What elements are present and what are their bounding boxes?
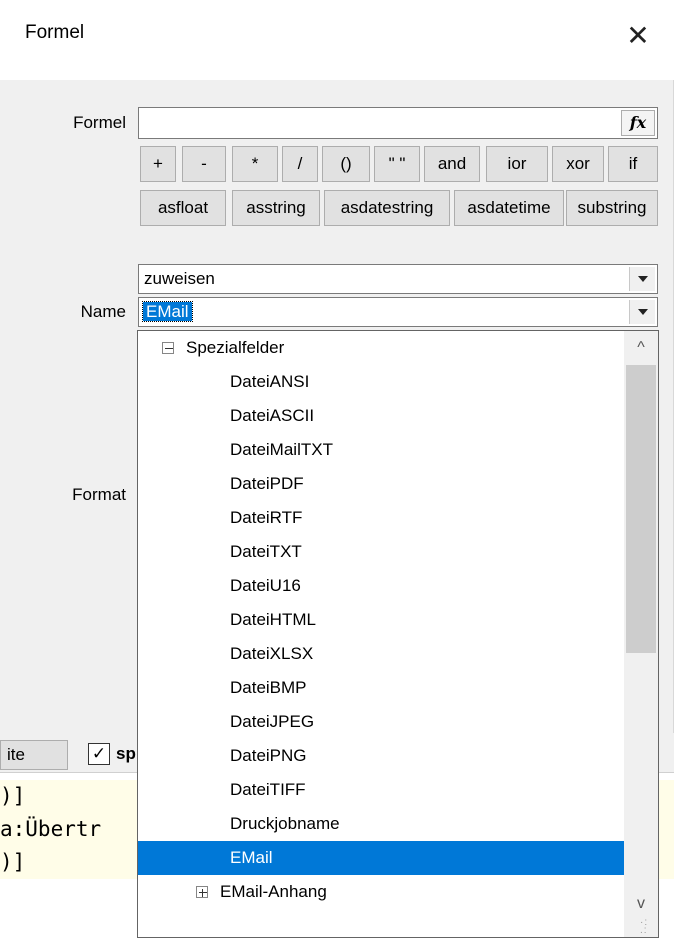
plus-button[interactable]: + (140, 146, 176, 182)
list-item-label: DateiASCII (230, 406, 315, 425)
list-item[interactable]: DateiPDF (138, 467, 624, 501)
ior-button[interactable]: ior (486, 146, 548, 182)
substring-button[interactable]: substring (566, 190, 658, 226)
list-item[interactable]: EMail-Anhang (138, 875, 624, 909)
name-label: Name (80, 302, 126, 321)
list-item[interactable]: DateiJPEG (138, 705, 624, 739)
background-tab[interactable]: ite (0, 740, 68, 770)
list-item[interactable]: DateiXLSX (138, 637, 624, 671)
minus-button[interactable]: - (182, 146, 226, 182)
formula-label: Formel (73, 113, 126, 132)
multiply-button[interactable]: * (232, 146, 278, 182)
list-item-label: DateiJPEG (230, 712, 315, 731)
scrollbar-thumb[interactable] (626, 365, 656, 653)
list-item[interactable]: DateiTXT (138, 535, 624, 569)
list-item-label: DateiTXT (230, 542, 302, 561)
list-item[interactable]: Druckjobname (138, 807, 624, 841)
if-button[interactable]: if (608, 146, 658, 182)
name-selected-text: EMail (142, 301, 193, 322)
list-item[interactable]: DateiHTML (138, 603, 624, 637)
resize-grip-icon[interactable]: ·:.: (640, 918, 656, 936)
quotes-button[interactable]: " " (374, 146, 420, 182)
asdatetime-button[interactable]: asdatetime (454, 190, 564, 226)
list-item[interactable]: DateiASCII (138, 399, 624, 433)
scroll-down-icon[interactable]: v (624, 891, 658, 917)
list-item-label: DateiRTF (230, 508, 303, 527)
background-checkbox-label: sp (116, 744, 136, 763)
list-item[interactable]: DateiBMP (138, 671, 624, 705)
list-item-label: EMail-Anhang (220, 882, 327, 901)
title-bar (0, 0, 674, 80)
list-item-label: Spezialfelder (186, 338, 285, 357)
list-item[interactable]: DateiRTF (138, 501, 624, 535)
chevron-down-icon[interactable] (629, 267, 655, 291)
divide-button[interactable]: / (282, 146, 318, 182)
formula-input[interactable] (138, 107, 658, 139)
list-item-label: DateiMailTXT (230, 440, 333, 459)
xor-button[interactable]: xor (552, 146, 604, 182)
fx-button[interactable]: fx (621, 110, 655, 136)
expand-icon[interactable] (196, 886, 208, 898)
list-item-label: DateiHTML (230, 610, 316, 629)
list-item-label: DateiTIFF (230, 780, 306, 799)
dialog-title: Formel (25, 22, 85, 43)
background-checkbox[interactable]: ✓ (88, 743, 110, 765)
list-item-label: DateiBMP (230, 678, 307, 697)
function-icon: fx (629, 113, 647, 132)
format-label: Format (72, 485, 126, 504)
close-button[interactable]: ✕ (616, 14, 660, 58)
list-item[interactable]: EMail (138, 841, 624, 875)
asstring-button[interactable]: asstring (232, 190, 320, 226)
list-item-label: DateiPDF (230, 474, 304, 493)
asfloat-button[interactable]: asfloat (140, 190, 226, 226)
scroll-up-icon[interactable]: ^ (624, 335, 658, 361)
assign-combobox[interactable]: zuweisen (138, 264, 658, 294)
collapse-icon[interactable] (162, 342, 174, 354)
list-item[interactable]: DateiTIFF (138, 773, 624, 807)
list-item[interactable]: Spezialfelder (138, 331, 624, 365)
asdatestring-button[interactable]: asdatestring (324, 190, 450, 226)
list-item[interactable]: DateiANSI (138, 365, 624, 399)
name-dropdown-list[interactable]: Spezialfelder DateiANSI DateiASCII DateiMai… (137, 330, 659, 938)
name-combobox[interactable]: EMail (138, 297, 658, 327)
list-item-label: DateiANSI (230, 372, 310, 391)
list-item-label: DateiU16 (230, 576, 301, 595)
chevron-down-icon[interactable] (629, 300, 655, 324)
list-item[interactable]: DateiMailTXT (138, 433, 624, 467)
list-item-label: EMail (230, 848, 273, 867)
parentheses-button[interactable]: () (322, 146, 370, 182)
assign-value: zuweisen (144, 269, 215, 288)
name-value[interactable]: EMail (142, 301, 193, 322)
list-item[interactable]: DateiPNG (138, 739, 624, 773)
list-item-label: DateiXLSX (230, 644, 314, 663)
list-item[interactable]: DateiU16 (138, 569, 624, 603)
close-icon: ✕ (626, 20, 650, 51)
list-item-label: Druckjobname (230, 814, 340, 833)
and-button[interactable]: and (424, 146, 480, 182)
list-item-label: DateiPNG (230, 746, 307, 765)
